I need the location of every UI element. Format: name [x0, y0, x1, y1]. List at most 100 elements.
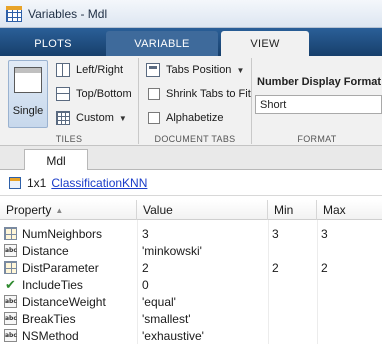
- variable-editor-icon: [6, 5, 22, 22]
- property-name: IncludeTies: [22, 277, 83, 292]
- min-cell[interactable]: 2: [272, 259, 317, 276]
- table-row[interactable]: NumNeighbors 3 3 3: [0, 225, 382, 242]
- top-bottom-button[interactable]: Top/Bottom: [56, 84, 132, 104]
- custom-tiles-button[interactable]: Custom ▼: [56, 108, 127, 128]
- alphabetize-checkbox[interactable]: Alphabetize: [148, 108, 224, 128]
- checkbox-box[interactable]: [148, 112, 160, 124]
- max-cell[interactable]: [321, 293, 382, 310]
- ribbon-divider: [138, 58, 139, 144]
- min-cell[interactable]: [272, 276, 317, 293]
- tab-mdl-label: Mdl: [46, 153, 66, 168]
- grid-icon: [4, 261, 17, 274]
- value-cell[interactable]: 0: [142, 276, 268, 293]
- column-header-property[interactable]: Property ▲: [0, 200, 137, 220]
- number-format-value: Short: [260, 98, 287, 111]
- property-cell[interactable]: DistParameter: [0, 259, 137, 276]
- single-layout-label: Single: [12, 105, 44, 117]
- variable-size: 1x1: [27, 175, 47, 190]
- chevron-down-icon: ▼: [236, 65, 245, 75]
- value-cell[interactable]: 2: [142, 259, 268, 276]
- max-cell[interactable]: 2: [321, 259, 382, 276]
- value-cell-text: 'equal': [142, 294, 176, 309]
- left-right-button[interactable]: Left/Right: [56, 60, 123, 80]
- tiles-section-label: TILES: [55, 134, 83, 144]
- left-right-label: Left/Right: [76, 64, 124, 76]
- value-cell[interactable]: 'smallest': [142, 310, 268, 327]
- ribbon-divider: [251, 58, 252, 144]
- property-cell[interactable]: ✔ IncludeTies: [0, 276, 137, 293]
- table-row[interactable]: abc Distance 'minkowski': [0, 242, 382, 259]
- value-cell-text: 'minkowski': [142, 243, 202, 258]
- table-row[interactable]: DistParameter 2 2 2: [0, 259, 382, 276]
- max-cell[interactable]: [321, 242, 382, 259]
- sort-ascending-icon: ▲: [55, 205, 64, 215]
- table-row[interactable]: abc NSMethod 'exhaustive': [0, 327, 382, 344]
- single-layout-button[interactable]: Single: [8, 60, 48, 128]
- table-row[interactable]: ✔ IncludeTies 0: [0, 276, 382, 293]
- variable-info-line: 1x1 ClassificationKNN: [0, 170, 382, 196]
- property-name: NumNeighbors: [22, 226, 103, 241]
- column-header-min[interactable]: Min: [268, 200, 317, 220]
- property-cell[interactable]: abc NSMethod: [0, 327, 137, 344]
- property-cell[interactable]: abc DistanceWeight: [0, 293, 137, 310]
- window-titlebar: Variables - Mdl: [0, 0, 382, 28]
- min-cell[interactable]: 3: [272, 225, 317, 242]
- column-header-max[interactable]: Max: [317, 200, 382, 220]
- class-name-link[interactable]: ClassificationKNN: [51, 176, 147, 190]
- custom-tile-icon: [56, 111, 70, 125]
- value-cell[interactable]: 'exhaustive': [142, 327, 268, 344]
- property-table: Property ▲ Value Min Max NumNeighbors 3 3 3…: [0, 200, 382, 344]
- max-cell[interactable]: [321, 276, 382, 293]
- shrink-tabs-checkbox[interactable]: Shrink Tabs to Fit: [148, 84, 251, 104]
- top-bottom-label: Top/Bottom: [76, 88, 132, 100]
- tab-variable[interactable]: VARIABLE: [106, 31, 218, 56]
- max-cell[interactable]: 3: [321, 225, 382, 242]
- property-cell[interactable]: abc Distance: [0, 242, 137, 259]
- value-cell[interactable]: 'equal': [142, 293, 268, 310]
- min-cell[interactable]: [272, 242, 317, 259]
- column-header-label: Property: [6, 203, 52, 217]
- value-cell-text: 'smallest': [142, 311, 191, 326]
- property-name: DistParameter: [22, 260, 99, 275]
- min-cell-text: 2: [272, 260, 279, 275]
- custom-tiles-label: Custom: [76, 112, 114, 124]
- tab-view[interactable]: VIEW: [221, 31, 309, 56]
- tabs-position-button[interactable]: Tabs Position ▼: [146, 60, 244, 80]
- alphabetize-label: Alphabetize: [166, 112, 224, 124]
- document-tab-strip: Mdl: [0, 146, 382, 171]
- max-cell[interactable]: [321, 310, 382, 327]
- checkbox-box[interactable]: [148, 88, 160, 100]
- min-cell[interactable]: [272, 327, 317, 344]
- number-format-dropdown[interactable]: Short: [255, 95, 382, 114]
- min-cell[interactable]: [272, 293, 317, 310]
- max-cell-text: 2: [321, 260, 328, 275]
- value-cell-text: 2: [142, 260, 149, 275]
- ribbon-tab-strip: PLOTS VARIABLE VIEW: [0, 28, 382, 56]
- table-row[interactable]: abc DistanceWeight 'equal': [0, 293, 382, 310]
- text-icon: abc: [4, 244, 17, 257]
- property-name: BreakTies: [22, 311, 76, 326]
- max-cell[interactable]: [321, 327, 382, 344]
- left-right-tile-icon: [56, 63, 70, 77]
- column-header-label: Min: [274, 203, 294, 217]
- column-header-value[interactable]: Value: [137, 200, 268, 220]
- value-cell[interactable]: 3: [142, 225, 268, 242]
- tab-plots[interactable]: PLOTS: [0, 31, 106, 56]
- property-cell[interactable]: abc BreakTies: [0, 310, 137, 327]
- value-cell-text: 3: [142, 226, 149, 241]
- property-cell[interactable]: NumNeighbors: [0, 225, 137, 242]
- min-cell[interactable]: [272, 310, 317, 327]
- value-cell-text: 0: [142, 277, 149, 292]
- window-title: Variables - Mdl: [28, 6, 108, 21]
- ribbon-panel: Single Left/Right Top/Bottom Custom ▼ TI…: [0, 56, 382, 146]
- check-icon: ✔: [5, 277, 16, 292]
- document-tabs-section-label: DOCUMENT TABS: [154, 134, 236, 144]
- value-cell[interactable]: 'minkowski': [142, 242, 268, 259]
- value-cell-text: 'exhaustive': [142, 328, 204, 343]
- table-header: Property ▲ Value Min Max: [0, 200, 382, 220]
- tab-mdl[interactable]: Mdl: [24, 149, 88, 171]
- table-row[interactable]: abc BreakTies 'smallest': [0, 310, 382, 327]
- text-icon: abc: [4, 329, 17, 342]
- column-header-label: Max: [323, 203, 346, 217]
- column-header-label: Value: [143, 203, 173, 217]
